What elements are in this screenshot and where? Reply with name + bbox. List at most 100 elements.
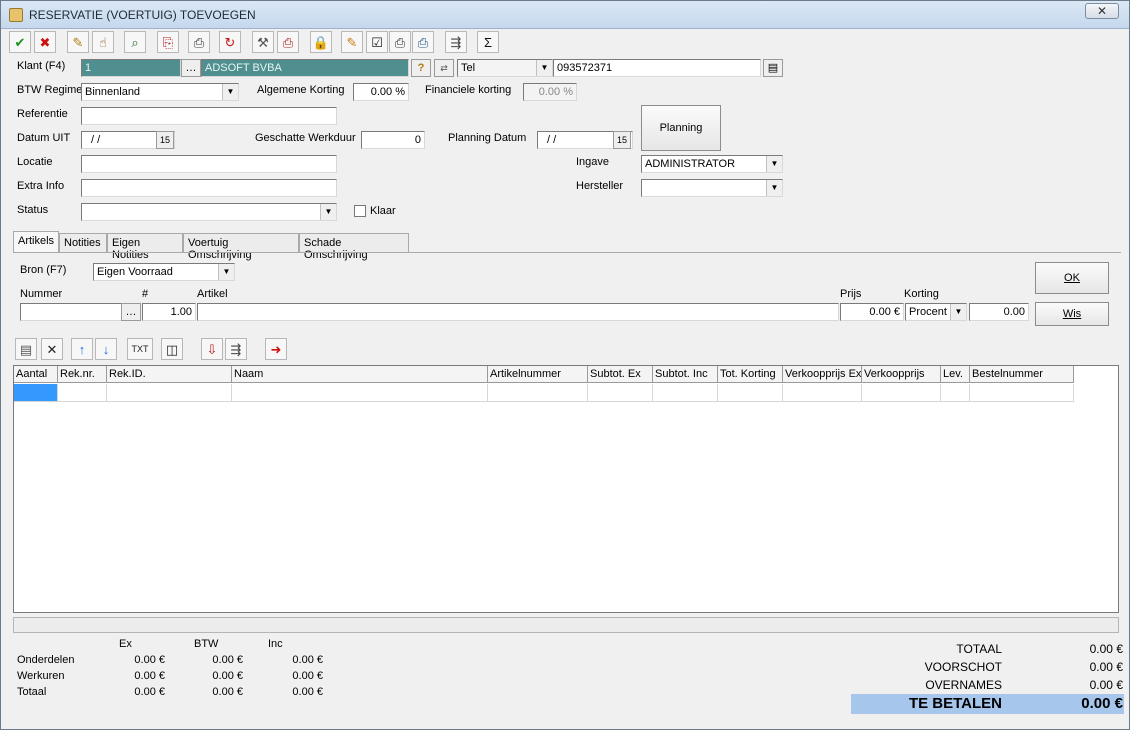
calendar-icon[interactable]: 15 <box>156 131 174 149</box>
nummer-field[interactable] <box>20 303 122 321</box>
wis-button[interactable]: Wis <box>1035 302 1109 326</box>
column-header[interactable]: Subtot. Inc <box>653 366 718 383</box>
table-cell[interactable] <box>232 384 488 402</box>
werkduur-field[interactable]: 0 <box>361 131 425 149</box>
ingave-select[interactable]: ADMINISTRATOR <box>641 155 783 173</box>
move-down-icon[interactable]: ↓ <box>95 338 117 360</box>
column-header[interactable]: Lev. <box>941 366 970 383</box>
planning-calendar-icon[interactable]: 15 <box>613 131 631 149</box>
table-cell[interactable] <box>107 384 232 402</box>
column-header[interactable]: Tot. Korting <box>718 366 783 383</box>
edit-icon[interactable]: ✎ <box>67 31 89 53</box>
hersteller-dropdown-icon[interactable]: ▼ <box>766 180 782 196</box>
korting-type-dropdown-icon[interactable]: ▼ <box>950 304 966 320</box>
note-edit-icon[interactable]: ✎ <box>341 31 363 53</box>
tools-icon[interactable]: ⚒ <box>252 31 274 53</box>
overnames-label: OVERNAMES <box>925 678 1002 692</box>
cancel-icon[interactable]: ✖ <box>34 31 56 53</box>
btw-select[interactable]: Binnenland <box>81 83 239 101</box>
tab-voertuig-omschrijving[interactable]: Voertuig Omschrijving <box>183 233 299 261</box>
werkuren-label: Werkuren <box>17 670 65 682</box>
tel-type-dropdown-icon[interactable]: ▼ <box>536 60 552 76</box>
column-header[interactable]: Verkoopprijs Ex <box>783 366 862 383</box>
table-cell[interactable] <box>58 384 107 402</box>
hersteller-select[interactable] <box>641 179 783 197</box>
locatie-field[interactable] <box>81 155 337 173</box>
hand-icon[interactable]: ☝ <box>92 31 114 53</box>
prijs-field[interactable]: 0.00 € <box>840 303 904 321</box>
bron-dropdown-icon[interactable]: ▼ <box>218 264 234 280</box>
werkduur-label: Geschatte Werkduur <box>255 132 356 144</box>
refresh-icon[interactable]: ↻ <box>219 31 241 53</box>
move-up-icon[interactable]: ↑ <box>71 338 93 360</box>
columns-icon[interactable]: ◫ <box>161 338 183 360</box>
table-cell[interactable] <box>14 384 58 402</box>
referentie-field[interactable] <box>81 107 337 125</box>
ok-button[interactable]: OK <box>1035 262 1109 294</box>
print-icon[interactable]: ⎙ <box>188 31 210 53</box>
column-header[interactable]: Bestelnummer <box>970 366 1074 383</box>
tab-notities[interactable]: Notities <box>59 233 107 253</box>
note-list-icon[interactable]: ▤ <box>15 338 37 360</box>
tab-artikels[interactable]: Artikels <box>13 231 59 253</box>
lock-icon[interactable]: 🔒 <box>310 31 332 53</box>
ingave-dropdown-icon[interactable]: ▼ <box>766 156 782 172</box>
tel-number-field[interactable]: 093572371 <box>553 59 761 77</box>
nummer-browse-button[interactable]: … <box>121 303 141 321</box>
planning-button[interactable]: Planning <box>641 105 721 151</box>
klaar-checkbox[interactable] <box>354 205 366 217</box>
help-icon[interactable]: ? <box>411 59 431 77</box>
sum-icon[interactable]: Σ <box>477 31 499 53</box>
txt-icon[interactable]: TXT <box>127 338 153 360</box>
delete-icon[interactable]: ✕ <box>41 338 63 360</box>
totals-col-inc: Inc <box>268 638 283 650</box>
print-list-icon[interactable]: ⎙ <box>389 31 411 53</box>
artikel-label: Artikel <box>197 288 228 300</box>
export-arrow-icon[interactable]: ➜ <box>265 338 287 360</box>
table-cell[interactable] <box>488 384 588 402</box>
tab-eigen-notities[interactable]: Eigen Notities <box>107 233 183 261</box>
switch-icon[interactable]: ⇄ <box>434 59 454 77</box>
klant-browse-button[interactable]: … <box>181 59 201 77</box>
artikel-field[interactable] <box>197 303 839 321</box>
column-header[interactable]: Aantal <box>14 366 58 383</box>
status-select[interactable] <box>81 203 337 221</box>
article-grid[interactable]: Aantal Rek.nr. Rek.ID. Naam Artikelnummer Sub… <box>13 365 1119 613</box>
table-cell[interactable] <box>588 384 653 402</box>
search-icon[interactable]: ⌕ <box>124 31 146 53</box>
status-dropdown-icon[interactable]: ▼ <box>320 204 336 220</box>
checklist-icon[interactable]: ☑ <box>366 31 388 53</box>
column-header[interactable]: Naam <box>232 366 488 383</box>
column-header[interactable]: Rek.nr. <box>58 366 107 383</box>
klant-number-field[interactable]: 1 <box>81 59 181 77</box>
column-header[interactable]: Rek.ID. <box>107 366 232 383</box>
extra-info-field[interactable] <box>81 179 337 197</box>
export-icon[interactable]: ⇶ <box>445 31 467 53</box>
column-header[interactable]: Artikelnummer <box>488 366 588 383</box>
table-cell[interactable] <box>653 384 718 402</box>
korting-value-field[interactable]: 0.00 <box>969 303 1029 321</box>
alg-korting-field[interactable]: 0.00 % <box>353 83 409 101</box>
column-header[interactable]: Subtot. Ex <box>588 366 653 383</box>
table-cell[interactable] <box>783 384 862 402</box>
confirm-icon[interactable]: ✔ <box>9 31 31 53</box>
column-header[interactable]: Verkoopprijs <box>862 366 941 383</box>
table-cell[interactable] <box>862 384 941 402</box>
table-cell[interactable] <box>718 384 783 402</box>
document-icon[interactable]: ▤ <box>763 59 783 77</box>
klant-name-field[interactable]: ADSOFT BVBA <box>201 59 409 77</box>
close-button[interactable]: ✕ <box>1085 3 1119 19</box>
doc-red-icon[interactable]: ⇩ <box>201 338 223 360</box>
grid-header: Aantal Rek.nr. Rek.ID. Naam Artikelnummer Sub… <box>14 366 1074 383</box>
bron-select[interactable]: Eigen Voorraad <box>93 263 235 281</box>
tab-schade-omschrijving[interactable]: Schade Omschrijving <box>299 233 409 261</box>
print-stack-icon[interactable]: ⎙ <box>412 31 434 53</box>
btw-dropdown-icon[interactable]: ▼ <box>222 84 238 100</box>
table-cell[interactable] <box>970 384 1074 402</box>
doc-stack-icon[interactable]: ⇶ <box>225 338 247 360</box>
table-row[interactable] <box>14 384 1074 402</box>
print-red-icon[interactable]: ⎙ <box>277 31 299 53</box>
table-cell[interactable] <box>941 384 970 402</box>
copy-icon[interactable]: ⎘ <box>157 31 179 53</box>
aantal-field[interactable]: 1.00 <box>142 303 196 321</box>
